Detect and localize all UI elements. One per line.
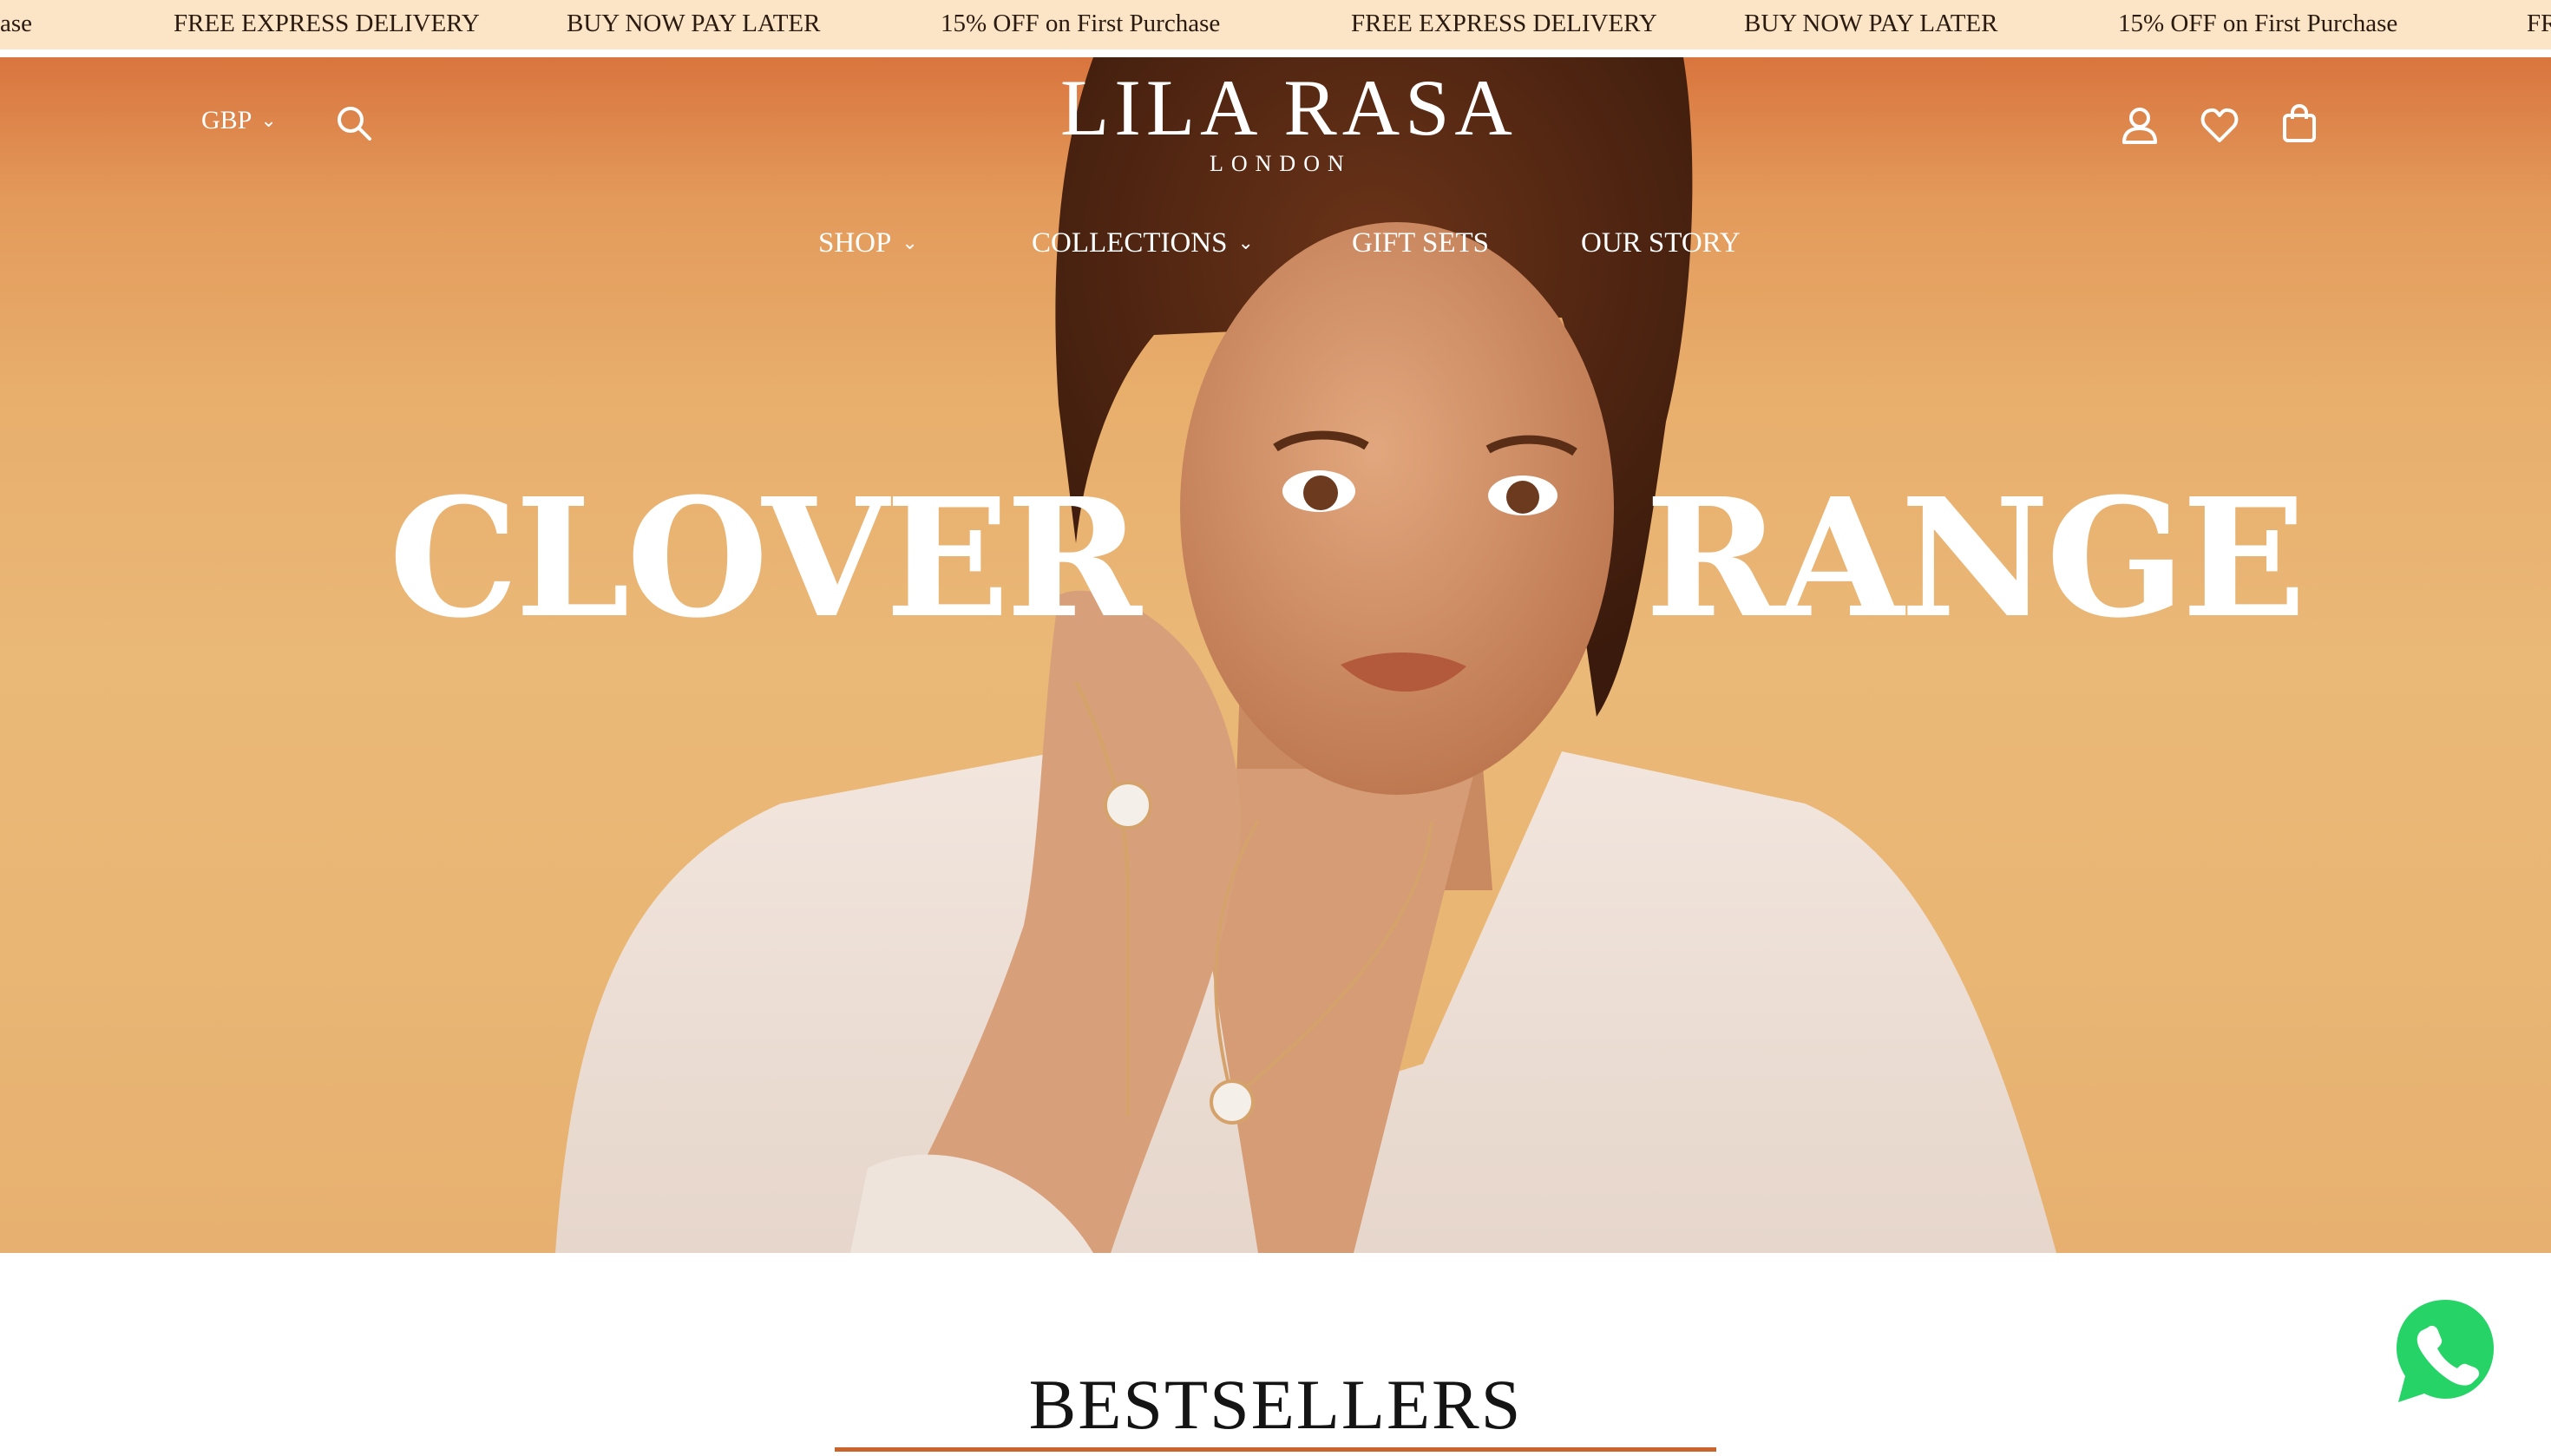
brand-logo[interactable]: LILA RASA: [1060, 68, 1518, 148]
hero-model-photo: [555, 57, 2056, 1253]
wishlist-heart-icon[interactable]: [2199, 104, 2240, 146]
announcement-message: BUY NOW PAY LATER: [567, 10, 821, 37]
announcement-message: BUY NOW PAY LATER: [1744, 10, 1998, 37]
cart-bag-icon[interactable]: [2279, 102, 2320, 144]
nav-item-shop[interactable]: SHOP ⌄: [818, 227, 918, 259]
section-title-bestsellers: BESTSELLERS: [1028, 1365, 1523, 1444]
hero-headline-left: CLOVER: [389, 462, 1142, 654]
chevron-down-icon: ⌄: [260, 109, 277, 131]
section-title-underline: [835, 1447, 1716, 1452]
announcement-message: FR: [2527, 10, 2551, 37]
nav-item-label: SHOP: [818, 227, 892, 259]
announcement-message: FREE EXPRESS DELIVERY: [174, 10, 480, 37]
chevron-down-icon: ⌄: [1237, 232, 1254, 253]
announcement-message: 15% OFF on First Purchase: [2118, 10, 2398, 37]
nav-item-gift-sets[interactable]: GIFT SETS: [1352, 227, 1489, 259]
announcement-message: FREE EXPRESS DELIVERY: [1351, 10, 1657, 37]
currency-selector[interactable]: GBP ⌄: [201, 106, 277, 135]
chevron-down-icon: ⌄: [902, 232, 918, 253]
announcement-bar: ase FREE EXPRESS DELIVERY BUY NOW PAY LA…: [0, 0, 2551, 54]
brand-subtitle: LONDON: [1210, 151, 1352, 176]
currency-label: GBP: [201, 106, 252, 134]
nav-item-label: GIFT SETS: [1352, 227, 1490, 259]
whatsapp-icon[interactable]: [2391, 1296, 2499, 1406]
hero-headline-right: RANGE: [1645, 462, 2306, 654]
account-icon[interactable]: [2119, 104, 2161, 146]
announcement-message: 15% OFF on First Purchase: [941, 10, 1221, 37]
search-icon[interactable]: [333, 102, 375, 144]
nav-item-collections[interactable]: COLLECTIONS ⌄: [1032, 227, 1254, 259]
announcement-message: ase: [0, 10, 33, 37]
nav-item-our-story[interactable]: OUR STORY: [1581, 227, 1741, 259]
hero-banner[interactable]: GBP ⌄ LILA RASA LONDON SHOP ⌄ COLLECTIONS ⌄…: [0, 57, 2551, 1253]
nav-item-label: COLLECTIONS: [1032, 227, 1228, 259]
nav-item-label: OUR STORY: [1581, 227, 1741, 259]
